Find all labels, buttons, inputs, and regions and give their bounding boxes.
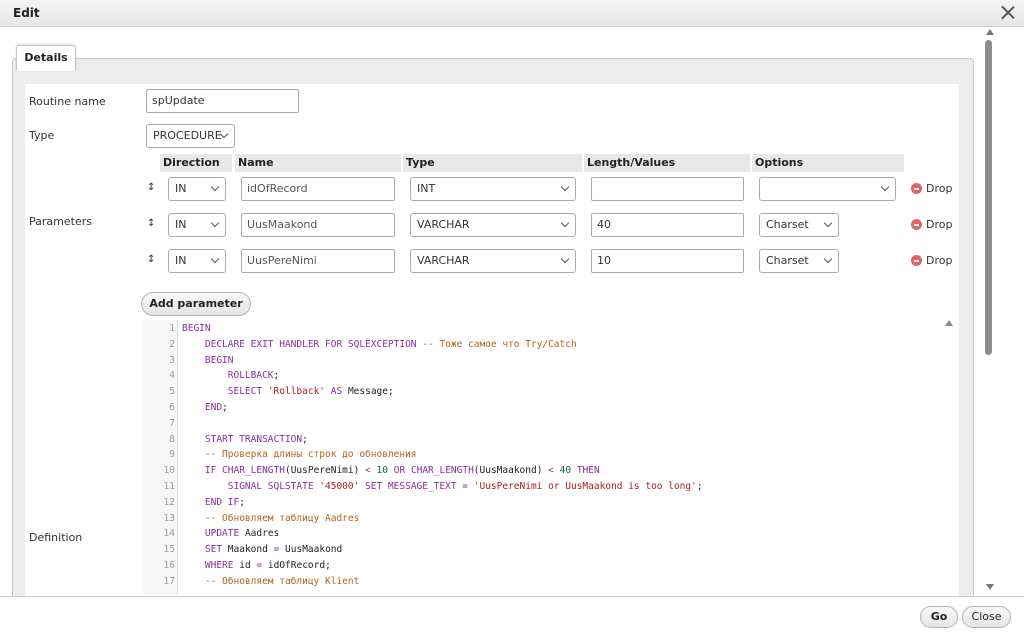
chevron-down-icon	[560, 254, 570, 264]
drop-param-button[interactable]: Drop	[911, 218, 952, 231]
drag-handle-icon[interactable]: ↕	[147, 182, 155, 193]
remove-icon	[911, 219, 922, 230]
param-direction-select[interactable]: IN	[168, 249, 226, 273]
dialog-title: Edit	[13, 6, 40, 20]
scrollbar-thumb[interactable]	[985, 40, 992, 355]
routine-name-label: Routine name	[29, 95, 106, 108]
param-type-select[interactable]: VARCHAR	[410, 213, 576, 237]
drop-param-button[interactable]: Drop	[911, 182, 952, 195]
param-length-input[interactable]: 40	[591, 213, 744, 237]
param-type-select[interactable]: INT	[410, 177, 576, 201]
parameters-label: Parameters	[29, 215, 92, 228]
chevron-down-icon	[210, 218, 220, 228]
column-header-length: Length/Values	[584, 154, 750, 172]
drop-param-button[interactable]: Drop	[911, 254, 952, 267]
column-header-type: Type	[403, 154, 582, 172]
chevron-down-icon	[823, 254, 833, 264]
chevron-down-icon	[210, 182, 220, 192]
param-name-input[interactable]: UusPereNimi	[241, 249, 395, 273]
routine-type-select[interactable]: PROCEDURE	[146, 124, 235, 148]
routine-type-value: PROCEDURE	[153, 129, 222, 142]
param-name-input[interactable]: UusMaakond	[241, 213, 395, 237]
chevron-down-icon	[880, 182, 890, 192]
dialog-titlebar: Edit	[0, 0, 1024, 27]
definition-label: Definition	[29, 531, 83, 544]
param-options-value: Charset	[766, 218, 809, 231]
tab-details[interactable]: Details	[16, 45, 76, 71]
param-direction-value: IN	[175, 218, 187, 231]
param-options-select[interactable]: Charset	[759, 213, 839, 237]
scroll-up-icon[interactable]	[986, 29, 994, 35]
remove-icon	[911, 255, 922, 266]
drop-label: Drop	[926, 182, 953, 195]
param-length-input[interactable]	[591, 177, 744, 201]
go-button[interactable]: Go	[920, 606, 958, 628]
dialog-scrollbar[interactable]	[983, 27, 997, 594]
definition-code-editor[interactable]: 1 BEGIN 2 DECLARE EXIT HANDLER FOR SQLEXC…	[142, 320, 958, 594]
param-type-value: VARCHAR	[417, 218, 470, 231]
param-direction-select[interactable]: IN	[168, 177, 226, 201]
type-label: Type	[29, 129, 55, 142]
drop-label: Drop	[926, 254, 953, 267]
param-length-input[interactable]: 10	[591, 249, 744, 273]
param-options-select[interactable]	[759, 177, 896, 201]
param-type-value: INT	[417, 182, 436, 195]
column-header-direction: Direction	[160, 154, 232, 172]
drag-handle-icon[interactable]: ↕	[147, 254, 155, 265]
routine-name-input[interactable]: spUpdate	[146, 89, 299, 113]
param-direction-value: IN	[175, 254, 187, 267]
chevron-down-icon	[560, 182, 570, 192]
param-type-value: VARCHAR	[417, 254, 470, 267]
param-direction-select[interactable]: IN	[168, 213, 226, 237]
chevron-down-icon	[560, 218, 570, 228]
column-header-name: Name	[235, 154, 401, 172]
dialog-footer	[0, 596, 1024, 643]
drop-label: Drop	[926, 218, 953, 231]
close-button[interactable]: Close	[962, 606, 1011, 628]
remove-icon	[911, 183, 922, 194]
chevron-down-icon	[210, 254, 220, 264]
column-header-options: Options	[752, 154, 904, 172]
param-options-value: Charset	[766, 254, 809, 267]
editor-scroll-up-icon[interactable]	[945, 320, 953, 326]
scroll-down-icon[interactable]	[986, 584, 994, 590]
param-options-select[interactable]: Charset	[759, 249, 839, 273]
add-parameter-button[interactable]: Add parameter	[141, 292, 251, 316]
chevron-down-icon	[823, 218, 833, 228]
param-name-input[interactable]: idOfRecord	[241, 177, 395, 201]
param-type-select[interactable]: VARCHAR	[410, 249, 576, 273]
drag-handle-icon[interactable]: ↕	[147, 218, 155, 229]
param-direction-value: IN	[175, 182, 187, 195]
close-icon[interactable]	[1000, 4, 1016, 20]
